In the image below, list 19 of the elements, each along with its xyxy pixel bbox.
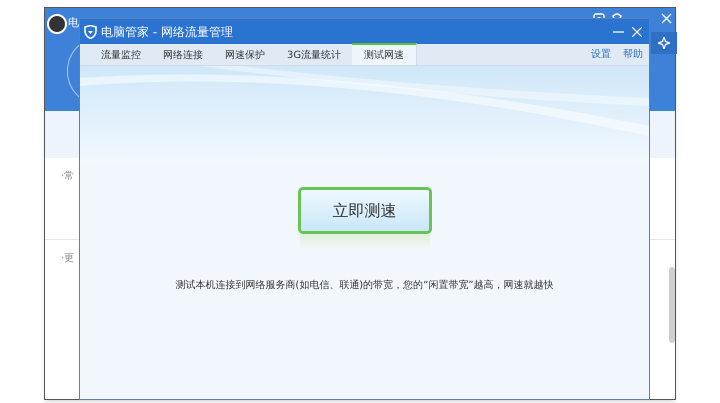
speed-test-button[interactable]: 立即测速: [298, 187, 432, 234]
tab[interactable]: 网速保护: [214, 43, 276, 65]
section-label: ·常: [61, 171, 74, 182]
scrollbar[interactable]: [669, 267, 675, 343]
close-icon[interactable]: [632, 26, 642, 36]
sparkle-icon[interactable]: [658, 37, 670, 49]
shield-icon: [84, 24, 97, 38]
tab[interactable]: 流量监控: [90, 43, 152, 65]
header-link[interactable]: 帮助: [623, 47, 643, 62]
avatar-icon: [47, 14, 67, 34]
tab[interactable]: 网络连接: [152, 43, 214, 65]
window-title: 电脑管家 - 网络流量管理: [101, 24, 233, 40]
section-label: ·更: [61, 253, 74, 264]
header-link[interactable]: 设置: [591, 47, 611, 62]
close-icon[interactable]: [661, 13, 672, 24]
description-text: 测试本机连接到网络服务商(如电信、联通)的带宽，您的“闲置带宽”越高，网速就越快: [175, 278, 554, 293]
window-title: 电: [68, 15, 79, 31]
tab[interactable]: 3G流量统计: [276, 43, 352, 65]
tab[interactable]: 测试网速: [352, 43, 418, 65]
